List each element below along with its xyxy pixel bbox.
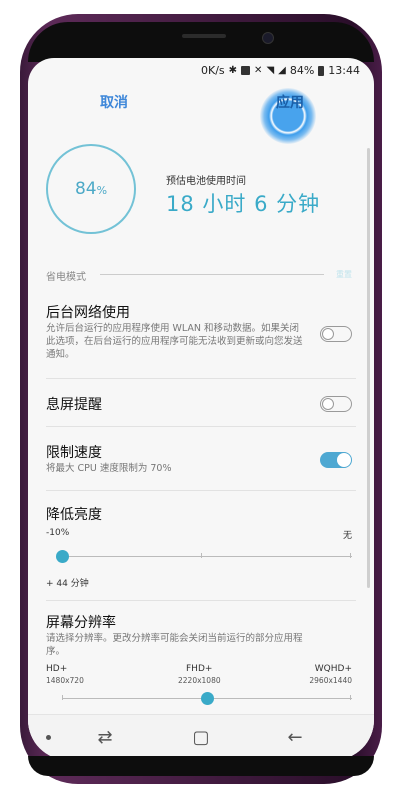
mute-icon: ✕ xyxy=(254,65,263,76)
front-camera-icon xyxy=(262,32,274,44)
resolution-slider-thumb[interactable] xyxy=(200,692,214,705)
background-network-toggle[interactable] xyxy=(320,326,352,342)
background-network-title: 后台网络使用 xyxy=(46,305,130,321)
brightness-slider-tick xyxy=(350,553,351,558)
brightness-title: 降低亮度 xyxy=(46,507,102,523)
nfc-icon xyxy=(241,66,251,75)
brightness-min-label: -10% xyxy=(46,528,70,538)
resolution-size-fhd: 2220x1080 xyxy=(178,676,221,685)
bottom-bezel xyxy=(28,756,374,776)
network-speed: 0K/s xyxy=(201,64,225,77)
wifi-icon: ◥ xyxy=(266,65,275,76)
status-bar: 0K/s ✱ ✕ ◥ ◢ 84% 13:44 xyxy=(28,58,374,82)
app-header: 取消 应用 xyxy=(28,82,374,144)
resolution-slider-tick xyxy=(62,695,63,700)
resolution-size-hd: 1480x720 xyxy=(46,676,84,685)
resolution-title: 屏幕分辨率 xyxy=(46,615,116,631)
battery-percent: 84% xyxy=(289,64,315,77)
battery-icon xyxy=(318,65,325,76)
brightness-slider-track[interactable] xyxy=(62,556,352,557)
resolution-desc: 请选择分辨率。更改分辨率可能会关闭当前运行的部分应用程序。 xyxy=(46,633,303,657)
earpiece-speaker xyxy=(182,34,226,38)
navigation-bar: ⇄ ▢ ← xyxy=(28,714,374,760)
recent-apps-icon[interactable]: ⇄ xyxy=(94,727,116,749)
divider xyxy=(46,600,356,601)
limit-speed-desc: 将最大 CPU 速度限制为 70% xyxy=(46,463,172,474)
limit-speed-title: 限制速度 xyxy=(46,445,102,461)
estimate-value: 18 小时 6 分钟 xyxy=(166,192,321,216)
back-icon[interactable]: ← xyxy=(284,727,306,749)
brightness-slider-tick xyxy=(201,553,202,558)
scrollbar[interactable] xyxy=(367,148,370,588)
signal-icon: ◢ xyxy=(278,65,286,76)
divider xyxy=(46,490,356,491)
brightness-max-label: 无 xyxy=(342,531,352,541)
resolution-size-wqhd: 2960x1440 xyxy=(309,676,352,685)
estimate-label: 预估电池使用时间 xyxy=(166,176,246,187)
divider xyxy=(46,378,356,379)
reset-button[interactable]: 重置 xyxy=(336,269,352,280)
cancel-button[interactable]: 取消 xyxy=(100,92,128,112)
bluetooth-icon: ✱ xyxy=(228,65,238,76)
section-divider xyxy=(100,274,324,275)
battery-ring: 84% xyxy=(46,144,136,234)
apply-button[interactable]: 应用 xyxy=(276,92,304,112)
battery-ring-percent: 84% xyxy=(74,179,108,199)
top-bezel xyxy=(28,22,374,62)
nav-dot-icon[interactable] xyxy=(46,735,51,740)
always-on-title: 息屏提醒 xyxy=(46,397,102,413)
brightness-slider-thumb[interactable] xyxy=(55,550,69,563)
clock: 13:44 xyxy=(328,64,360,77)
resolution-option-fhd[interactable]: FHD+ xyxy=(186,664,212,674)
section-label: 省电模式 xyxy=(46,272,86,283)
screen: 0K/s ✱ ✕ ◥ ◢ 84% 13:44 取消 应用 84% 预估电池使用时… xyxy=(28,58,374,760)
home-icon[interactable]: ▢ xyxy=(190,727,212,749)
resolution-slider-tick xyxy=(350,695,351,700)
brightness-extra-label: + 44 分钟 xyxy=(46,579,89,589)
always-on-toggle[interactable] xyxy=(320,396,352,412)
divider xyxy=(46,426,356,427)
background-network-desc: 允许后台运行的应用程序使用 WLAN 和移动数据。如果关闭此选项，在后台运行的应… xyxy=(46,323,303,360)
resolution-option-hd[interactable]: HD+ xyxy=(46,664,67,674)
limit-speed-toggle[interactable] xyxy=(320,452,352,468)
resolution-option-wqhd[interactable]: WQHD+ xyxy=(315,664,352,674)
